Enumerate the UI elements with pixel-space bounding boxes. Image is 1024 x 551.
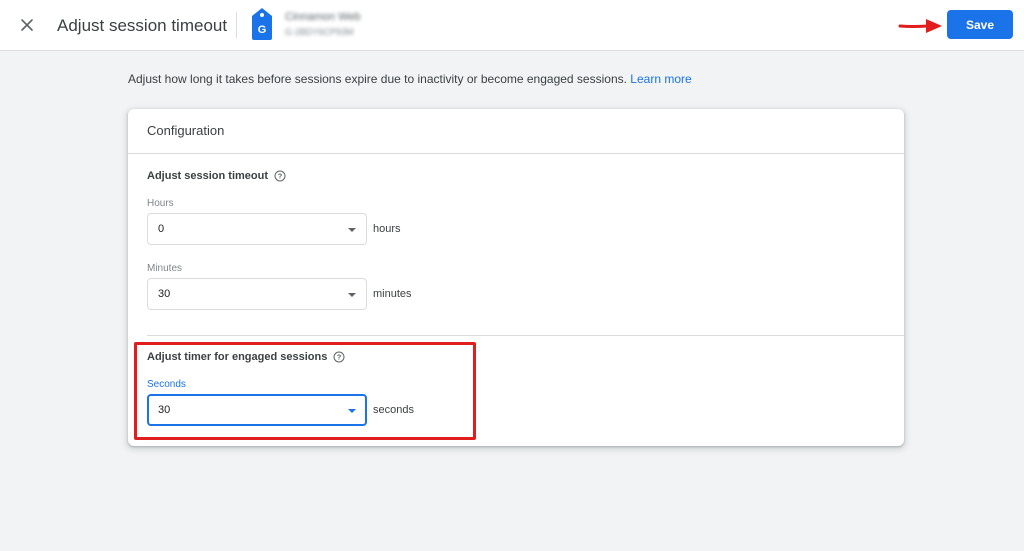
- card-header: Configuration: [128, 109, 904, 154]
- property-id: G-2BDY6CP93M: [285, 27, 354, 37]
- close-button[interactable]: [16, 14, 38, 36]
- help-icon[interactable]: ?: [333, 351, 345, 363]
- svg-text:G: G: [258, 24, 267, 36]
- section-divider: [147, 335, 904, 336]
- minutes-select[interactable]: 30: [147, 278, 367, 310]
- hours-label: Hours: [147, 198, 174, 209]
- engaged-sessions-title-text: Adjust timer for engaged sessions: [147, 351, 328, 363]
- page-description: Adjust how long it takes before sessions…: [128, 72, 692, 86]
- property-name: Cinnamon Web: [285, 11, 361, 23]
- session-timeout-title-text: Adjust session timeout: [147, 170, 269, 182]
- arrow-right-icon: [898, 19, 942, 33]
- save-button[interactable]: Save: [947, 10, 1013, 39]
- seconds-label: Seconds: [147, 379, 186, 390]
- top-bar: Adjust session timeout G Cinnamon Web G-…: [0, 0, 1024, 51]
- chevron-down-icon: [348, 293, 356, 297]
- card-title: Configuration: [147, 123, 225, 138]
- hours-select[interactable]: 0: [147, 213, 367, 245]
- svg-text:?: ?: [278, 172, 283, 181]
- seconds-value: 30: [158, 404, 171, 416]
- session-timeout-title: Adjust session timeout ?: [147, 170, 286, 182]
- chevron-down-icon: [348, 409, 356, 413]
- close-icon: [21, 19, 33, 31]
- description-text: Adjust how long it takes before sessions…: [128, 72, 627, 86]
- seconds-select[interactable]: 30: [147, 394, 367, 426]
- minutes-label: Minutes: [147, 263, 183, 274]
- property-tag-icon: G: [252, 8, 272, 40]
- svg-text:?: ?: [337, 353, 342, 362]
- hours-value: 0: [158, 223, 165, 235]
- chevron-down-icon: [348, 228, 356, 232]
- help-icon[interactable]: ?: [274, 170, 286, 182]
- hours-unit: hours: [373, 223, 401, 235]
- learn-more-link[interactable]: Learn more: [630, 72, 691, 86]
- configuration-card: Configuration Adjust session timeout ? H…: [128, 109, 904, 446]
- minutes-unit: minutes: [373, 288, 412, 300]
- minutes-value: 30: [158, 288, 171, 300]
- engaged-sessions-title: Adjust timer for engaged sessions ?: [147, 351, 345, 363]
- seconds-unit: seconds: [373, 404, 414, 416]
- page-title: Adjust session timeout: [57, 16, 228, 35]
- header-divider: [236, 12, 237, 38]
